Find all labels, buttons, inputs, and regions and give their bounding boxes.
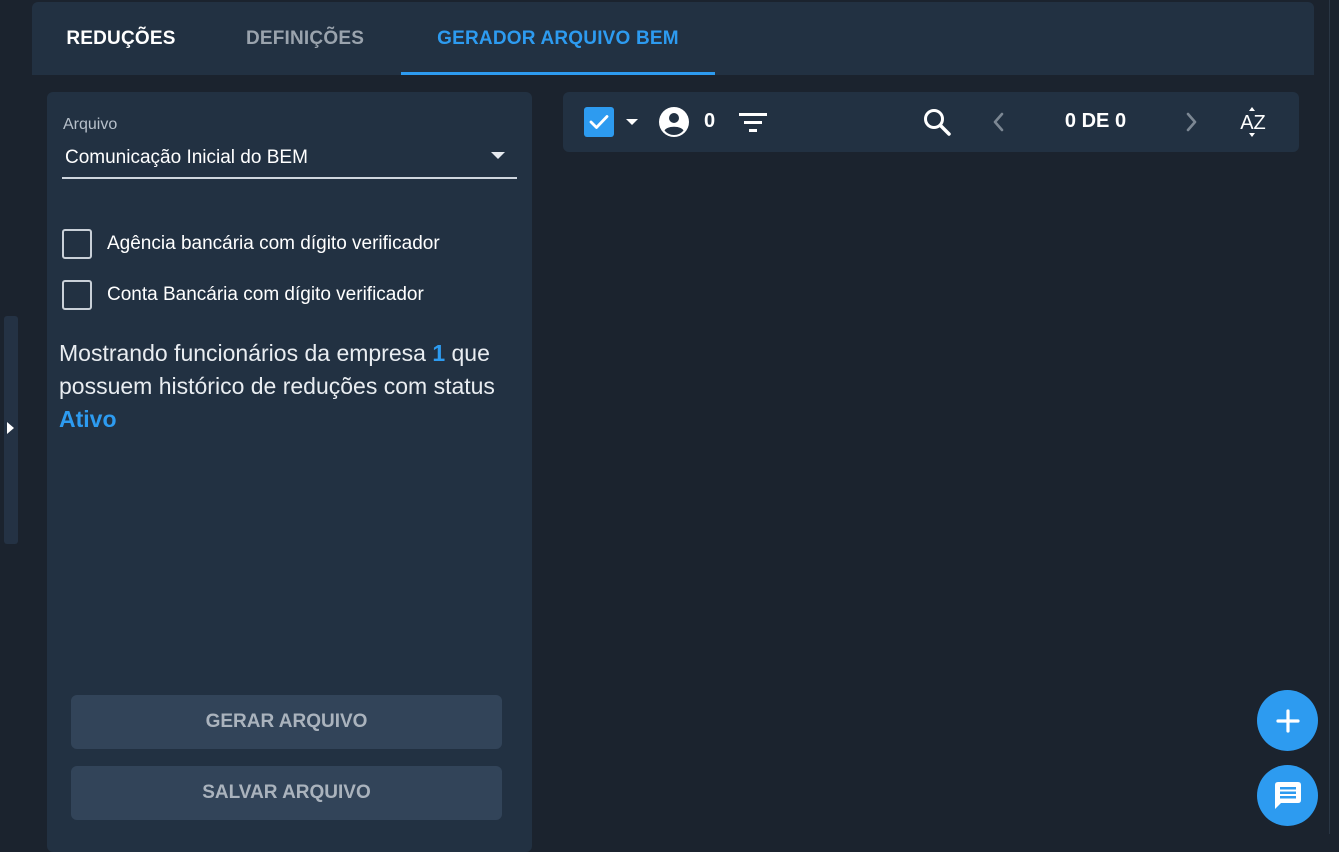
tab-definicoes[interactable]: DEFINIÇÕES — [210, 2, 400, 75]
checkbox-conta-label: Conta Bancária com dígito verificador — [107, 284, 424, 305]
save-file-button[interactable]: SALVAR ARQUIVO — [71, 766, 502, 820]
account-circle-icon[interactable] — [658, 106, 690, 138]
chat-icon — [1274, 781, 1301, 809]
window-edge — [1329, 0, 1339, 834]
check-icon — [589, 115, 609, 129]
chevron-left-icon[interactable] — [986, 108, 1010, 136]
checkbox-agencia[interactable] — [62, 229, 92, 259]
sort-alpha-icon[interactable]: AZ — [1235, 104, 1271, 140]
tab-gerador-arquivo-bem[interactable]: GERADOR ARQUIVO BEM — [401, 2, 715, 75]
checkbox-agencia-row[interactable]: Agência bancária com dígito verificador — [62, 229, 440, 259]
filter-icon[interactable] — [737, 108, 769, 136]
status-value: Ativo — [59, 406, 117, 432]
filter-info-text: Mostrando funcionários da empresa 1 que … — [59, 337, 529, 436]
pagination-label: 0 DE 0 — [1064, 110, 1127, 132]
chevron-right-icon[interactable] — [1180, 108, 1204, 136]
select-all-checkbox[interactable] — [584, 107, 614, 137]
company-number: 1 — [432, 340, 446, 366]
generate-file-button[interactable]: GERAR ARQUIVO — [71, 695, 502, 749]
file-select-value: Comunicação Inicial do BEM — [65, 147, 308, 168]
sidebar-toggle[interactable] — [4, 316, 18, 544]
chat-button[interactable] — [1257, 765, 1318, 826]
file-select[interactable]: Comunicação Inicial do BEM — [62, 141, 517, 179]
checkbox-agencia-label: Agência bancária com dígito verificador — [107, 233, 440, 254]
arrow-drop-down-icon[interactable] — [626, 119, 638, 125]
tab-reducoes[interactable]: REDUÇÕES — [32, 2, 210, 75]
checkbox-conta[interactable] — [62, 280, 92, 310]
file-generator-panel: Arquivo Comunicação Inicial do BEM Agênc… — [47, 92, 532, 852]
checkbox-conta-row[interactable]: Conta Bancária com dígito verificador — [62, 280, 424, 310]
tab-bar: REDUÇÕES DEFINIÇÕES GERADOR ARQUIVO BEM — [32, 2, 1314, 75]
list-toolbar: 0 0 DE 0 AZ — [563, 92, 1299, 152]
file-field-label: Arquivo — [63, 116, 118, 133]
arrow-drop-down-icon — [491, 152, 505, 159]
expand-arrow-icon — [7, 422, 14, 434]
plus-icon — [1275, 708, 1300, 733]
sort-alpha-label: AZ — [1240, 112, 1266, 134]
search-icon[interactable] — [920, 106, 954, 138]
selected-count: 0 — [704, 110, 716, 132]
info-text-part1: Mostrando funcionários da empresa — [59, 340, 433, 366]
add-button[interactable] — [1257, 690, 1318, 751]
